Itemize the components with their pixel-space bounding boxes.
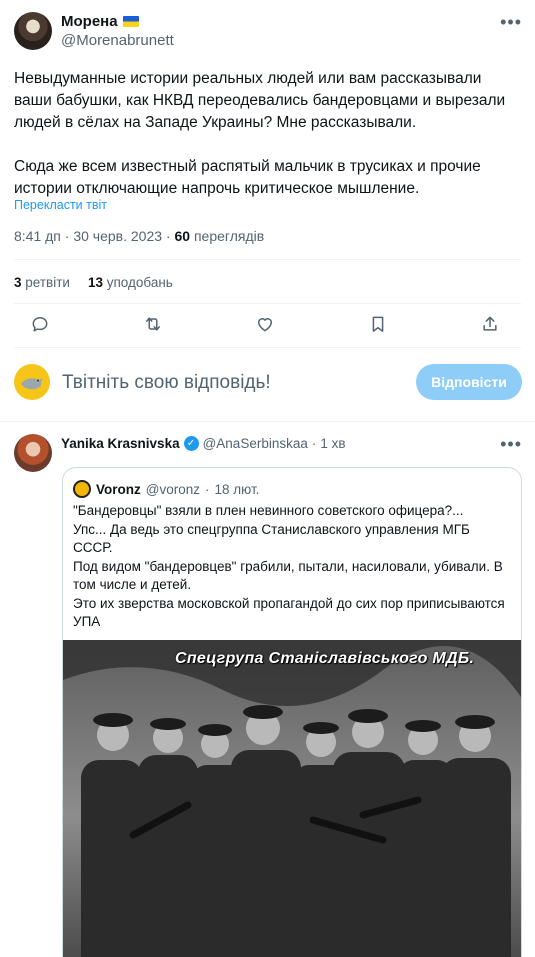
verified-badge-icon: ✓ (183, 436, 199, 451)
separator-dot: · (204, 481, 210, 497)
reply-input[interactable]: Твітніть свою відповідь! (62, 372, 271, 394)
divider (14, 347, 521, 348)
share-icon[interactable] (480, 314, 500, 339)
reply-author-name[interactable]: Yanika Krasnivska (61, 436, 180, 451)
retweets-stat[interactable]: 3 ретвіти (14, 275, 70, 290)
tweet-paragraph: Невыдуманные истории реальных людей или … (14, 70, 506, 131)
author-name[interactable]: Морена (61, 13, 118, 30)
tweet-paragraph: Сюда же всем известный распятый мальчик … (14, 158, 481, 197)
reply-time[interactable]: 1 хв (320, 436, 345, 451)
group-photo-image (63, 640, 521, 957)
views-label: переглядів (193, 228, 265, 244)
more-options-icon[interactable]: ••• (500, 12, 522, 33)
author-name-row: Морена (61, 13, 139, 30)
tweet-actions (30, 314, 500, 339)
retweet-icon[interactable] (143, 314, 163, 339)
quoted-photo[interactable]: Спецгрупа Станіславівського МДБ. (63, 640, 521, 957)
tweet-meta: 8:41 дп · 30 черв. 2023 · 60 переглядів (14, 228, 265, 244)
divider (14, 259, 521, 260)
tweet-time[interactable]: 8:41 дп (14, 228, 61, 244)
quote-author-handle: @voronz (145, 481, 200, 497)
more-options-icon[interactable]: ••• (500, 434, 522, 455)
reply-header: Yanika Krasnivska ✓ @AnaSerbinskaa · 1 х… (61, 436, 346, 451)
quote-text: "Бандеровцы" взяли в плен невинного сове… (73, 502, 513, 632)
retweets-count: 3 (14, 275, 22, 290)
likes-count: 13 (87, 275, 103, 290)
reply-avatar[interactable] (14, 434, 52, 472)
retweets-label: ретвіти (25, 275, 70, 290)
quote-line: "Бандеровцы" взяли в плен невинного сове… (73, 503, 464, 518)
divider (0, 421, 535, 422)
reply-author-handle[interactable]: @AnaSerbinskaa (203, 436, 308, 451)
tweet-stats: 3 ретвіти 13 уподобань (14, 275, 173, 290)
bookmark-icon[interactable] (368, 314, 388, 339)
like-icon[interactable] (255, 314, 275, 339)
ukraine-flag-icon (122, 16, 139, 27)
quote-line: Это их зверства московской пропагандой д… (73, 595, 505, 630)
author-handle[interactable]: @Morenabrunett (61, 32, 174, 49)
own-avatar[interactable] (14, 364, 50, 400)
quote-line: Упс... Да ведь это спецгруппа Станиславс… (73, 521, 470, 556)
reply-icon[interactable] (30, 314, 50, 339)
quote-author-name: Voronz (96, 481, 141, 497)
views-count: 60 (174, 228, 191, 244)
separator-dot: · (311, 436, 317, 451)
likes-label: уподобань (106, 275, 173, 290)
divider (14, 303, 521, 304)
reply-button[interactable]: Відповісти (416, 364, 522, 400)
reply-composer: Твітніть свою відповідь! Відповісти (14, 364, 522, 404)
quote-header: Voronz @voronz · 18 лют. (73, 480, 259, 498)
tweet-date[interactable]: 30 черв. 2023 (73, 228, 162, 244)
quoted-tweet[interactable]: Voronz @voronz · 18 лют. "Бандеровцы" вз… (62, 467, 522, 957)
avatar[interactable] (14, 12, 52, 50)
tweet-header: Морена @Morenabrunett ••• (14, 12, 522, 52)
photo-caption: Спецгрупа Станіславівського МДБ. (175, 650, 475, 667)
quote-date: 18 лют. (214, 481, 260, 497)
quote-avatar (73, 480, 91, 498)
likes-stat[interactable]: 13 уподобань (88, 275, 173, 290)
bird-logo-icon (21, 378, 43, 390)
quote-line: Под видом "бандеровцев" грабили, пытали,… (73, 558, 503, 593)
translate-link[interactable]: Перекласти твіт (14, 198, 107, 212)
